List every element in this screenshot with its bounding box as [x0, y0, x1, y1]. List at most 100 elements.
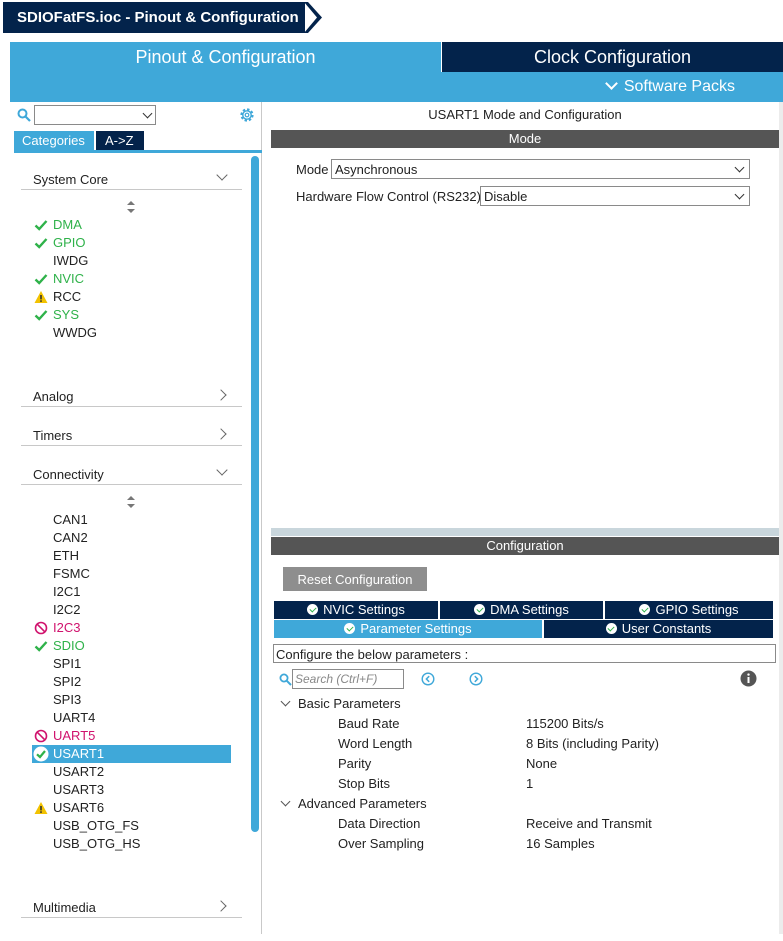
tab-user-constants[interactable]: User Constants: [544, 620, 773, 638]
mode-label: Mode: [296, 162, 329, 177]
peripheral-label: FSMC: [53, 566, 90, 581]
peripheral-item-usart2[interactable]: USART2: [32, 763, 232, 781]
check-circle-icon: [605, 623, 617, 634]
group-basic-parameters[interactable]: Basic Parameters: [280, 696, 401, 711]
peripheral-item-uart5[interactable]: UART5: [32, 727, 232, 745]
tab-nvic-settings[interactable]: NVIC Settings: [274, 601, 438, 619]
breadcrumb-title[interactable]: SDIOFatFS.ioc - Pinout & Configuration: [3, 2, 305, 33]
peripheral-item-nvic[interactable]: NVIC: [32, 270, 232, 288]
search-combo-box[interactable]: [34, 105, 156, 125]
chevron-right-icon: [215, 389, 227, 401]
configuration-header: Configuration: [271, 537, 779, 555]
mode-select[interactable]: Asynchronous: [331, 159, 750, 179]
tab-categories[interactable]: Categories: [14, 131, 94, 150]
chevron-down-icon: [280, 796, 291, 807]
gear-icon[interactable]: [238, 106, 256, 124]
peripheral-item-wwdg[interactable]: WWDG: [32, 324, 232, 342]
parameter-value[interactable]: 1: [526, 776, 533, 791]
peripheral-item-dma[interactable]: DMA: [32, 216, 232, 234]
sort-icon[interactable]: [127, 496, 135, 508]
parameter-name: Over Sampling: [338, 836, 424, 851]
section-label: Connectivity: [33, 467, 104, 482]
left-scrollbar[interactable]: [251, 156, 259, 832]
check-icon: [34, 220, 48, 231]
parameter-value[interactable]: None: [526, 756, 557, 771]
peripheral-item-usb_otg_hs[interactable]: USB_OTG_HS: [32, 835, 232, 853]
parameter-row[interactable]: Data Direction Receive and Transmit: [338, 816, 768, 834]
check-icon: [34, 274, 48, 285]
software-packs-menu[interactable]: Software Packs: [604, 77, 735, 96]
peripheral-item-usart6[interactable]: USART6: [32, 799, 232, 817]
parameter-row[interactable]: Parity None: [338, 756, 768, 774]
parameter-row[interactable]: Over Sampling 16 Samples: [338, 836, 768, 854]
peripheral-item-i2c3[interactable]: I2C3: [32, 619, 232, 637]
parameters-description: Configure the below parameters :: [273, 644, 776, 663]
parameter-row[interactable]: Stop Bits 1: [338, 776, 768, 794]
tab-dma-settings[interactable]: DMA Settings: [440, 601, 603, 619]
panel-splitter[interactable]: [271, 528, 779, 536]
peripheral-label: I2C1: [53, 584, 81, 599]
peripheral-item-can2[interactable]: CAN2: [32, 529, 232, 547]
peripheral-label: I2C3: [53, 620, 81, 635]
section-system-core[interactable]: System Core: [21, 166, 242, 190]
peripheral-label: I2C2: [53, 602, 81, 617]
tab-clock-configuration[interactable]: Clock Configuration: [442, 42, 783, 72]
peripheral-label: SPI3: [53, 692, 82, 707]
check-icon: [34, 310, 48, 321]
peripheral-item-sys[interactable]: SYS: [32, 306, 232, 324]
chevron-right-icon: [215, 900, 227, 912]
peripheral-item-spi3[interactable]: SPI3: [32, 691, 232, 709]
peripheral-item-usb_otg_fs[interactable]: USB_OTG_FS: [32, 817, 232, 835]
peripheral-item-sdio[interactable]: SDIO: [32, 637, 232, 655]
peripheral-item-gpio[interactable]: GPIO: [32, 234, 232, 252]
chevron-down-icon: [734, 162, 745, 173]
peripheral-item-rcc[interactable]: RCC: [32, 288, 232, 306]
parameter-row[interactable]: Baud Rate 115200 Bits/s: [338, 716, 768, 734]
peripheral-label: USB_OTG_HS: [53, 836, 141, 851]
flow-control-select[interactable]: Disable: [480, 186, 750, 206]
peripheral-item-can1[interactable]: CAN1: [32, 511, 232, 529]
sort-icon[interactable]: [127, 201, 135, 213]
peripheral-label: ETH: [53, 548, 79, 563]
peripheral-label: UART5: [53, 728, 96, 743]
flow-control-value: Disable: [484, 189, 528, 204]
chevron-down-icon: [734, 189, 745, 200]
parameter-name: Word Length: [338, 736, 413, 751]
section-timers[interactable]: Timers: [21, 422, 242, 446]
peripheral-item-usart1[interactable]: USART1: [32, 745, 231, 763]
flow-control-label: Hardware Flow Control (RS232): [296, 189, 481, 204]
previous-match-icon[interactable]: [421, 672, 435, 686]
tab-parameter-settings[interactable]: Parameter Settings: [274, 620, 542, 638]
section-multimedia[interactable]: Multimedia: [21, 894, 242, 918]
peripheral-item-spi2[interactable]: SPI2: [32, 673, 232, 691]
section-connectivity[interactable]: Connectivity: [21, 461, 242, 485]
peripheral-item-usart3[interactable]: USART3: [32, 781, 232, 799]
chevron-down-icon: [604, 77, 618, 90]
peripheral-item-i2c1[interactable]: I2C1: [32, 583, 232, 601]
tab-gpio-settings[interactable]: GPIO Settings: [605, 601, 773, 619]
parameter-row[interactable]: Word Length 8 Bits (including Parity): [338, 736, 768, 754]
peripheral-item-spi1[interactable]: SPI1: [32, 655, 232, 673]
next-match-icon[interactable]: [469, 672, 483, 686]
section-label: Timers: [33, 428, 73, 443]
peripheral-item-fsmc[interactable]: FSMC: [32, 565, 232, 583]
tab-pinout-configuration[interactable]: Pinout & Configuration: [10, 42, 441, 72]
peripheral-item-uart4[interactable]: UART4: [32, 709, 232, 727]
section-analog[interactable]: Analog: [21, 383, 242, 407]
chevron-down-icon: [216, 169, 228, 181]
peripheral-label: SDIO: [53, 638, 85, 653]
parameter-value[interactable]: Receive and Transmit: [526, 816, 652, 831]
parameter-value[interactable]: 8 Bits (including Parity): [526, 736, 659, 751]
tab-a-to-z[interactable]: A->Z: [96, 131, 144, 150]
check-circle-icon: [344, 623, 356, 634]
parameter-value[interactable]: 16 Samples: [526, 836, 595, 851]
mode-select-value: Asynchronous: [335, 162, 418, 177]
reset-configuration-button[interactable]: Reset Configuration: [283, 567, 427, 591]
peripheral-item-eth[interactable]: ETH: [32, 547, 232, 565]
parameter-value[interactable]: 115200 Bits/s: [526, 716, 604, 731]
group-advanced-parameters[interactable]: Advanced Parameters: [280, 796, 427, 811]
peripheral-item-i2c2[interactable]: I2C2: [32, 601, 232, 619]
parameter-search-input[interactable]: Search (Ctrl+F): [292, 669, 404, 689]
peripheral-item-iwdg[interactable]: IWDG: [32, 252, 232, 270]
info-icon[interactable]: [740, 670, 757, 687]
